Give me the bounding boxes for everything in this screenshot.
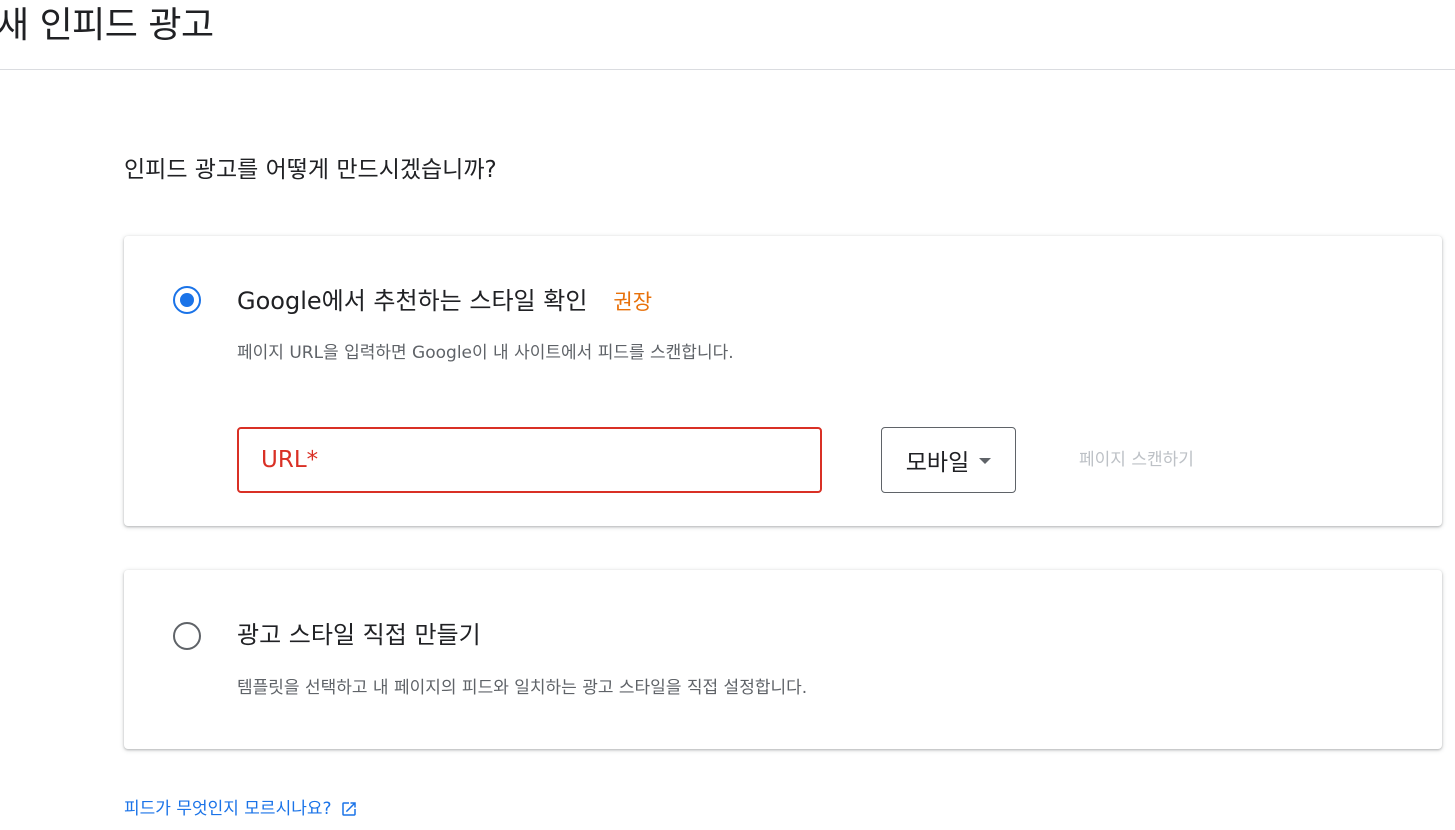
option-card-custom[interactable]: 광고 스타일 직접 만들기 템플릿을 선택하고 내 페이지의 피드와 일치하는 … [124,570,1442,749]
scan-page-button[interactable]: 페이지 스캔하기 [1079,446,1194,474]
page-header: 새 인피드 광고 [0,0,1455,70]
url-field[interactable] [237,427,822,493]
question-heading: 인피드 광고를 어떻게 만드시겠습니까? [124,157,497,183]
page-title: 새 인피드 광고 [0,5,214,46]
recommended-badge: 권장 [613,290,653,314]
option-title-recommended: Google에서 추천하는 스타일 확인 권장 [237,284,652,319]
radio-recommended[interactable] [173,286,201,314]
url-input[interactable] [239,429,820,491]
feed-help-link[interactable]: 피드가 무엇인지 모르시나요? [124,796,358,822]
radio-custom[interactable] [173,622,201,650]
option-description-custom: 템플릿을 선택하고 내 페이지의 피드와 일치하는 광고 스타일을 직접 설정합… [237,678,808,698]
device-select[interactable]: 모바일 [881,427,1016,493]
feed-help-link-label: 피드가 무엇인지 모르시나요? [124,799,332,819]
chevron-down-icon [979,458,992,464]
option-card-recommended[interactable]: Google에서 추천하는 스타일 확인 권장 페이지 URL을 입력하면 Goo… [124,236,1442,526]
option-title-custom: 광고 스타일 직접 만들기 [237,621,481,649]
device-select-label: 모바일 [905,450,970,476]
option-title-text: Google에서 추천하는 스타일 확인 [237,287,588,315]
option-description-recommended: 페이지 URL을 입력하면 Google이 내 사이트에서 피드를 스캔합니다. [237,343,734,363]
open-in-new-icon [341,802,356,816]
